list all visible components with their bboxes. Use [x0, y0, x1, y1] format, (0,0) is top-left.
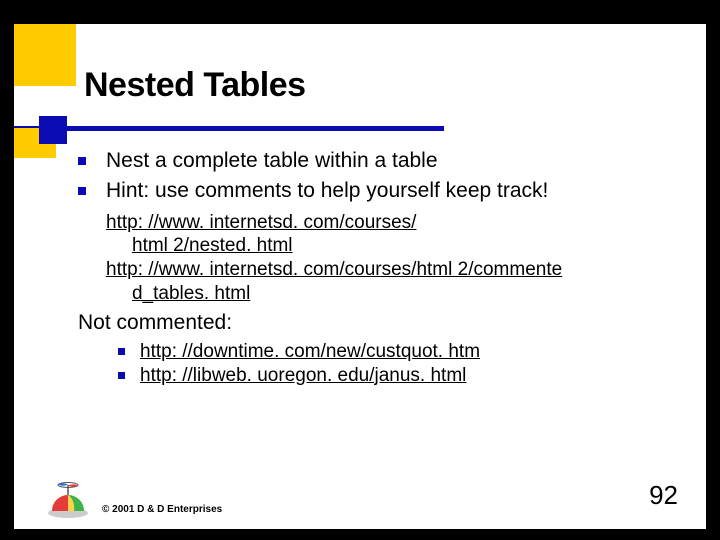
slide-number: 92 — [649, 480, 678, 511]
sub-url-block: http: //downtime. com/new/custquot. htm … — [118, 340, 678, 388]
sub-url-2: http: //libweb. uoregon. edu/janus. html — [140, 365, 466, 386]
bullet-square-icon — [118, 348, 125, 355]
bullet-2: Hint: use comments to help yourself keep… — [78, 178, 678, 204]
slide-title: Nested Tables — [84, 66, 306, 105]
sub-url-1: http: //downtime. com/new/custquot. htm — [140, 341, 480, 362]
beanie-icon — [46, 479, 90, 519]
bullet-1-text: Nest a complete table within a table — [106, 149, 438, 172]
bullet-square-icon — [78, 157, 86, 165]
bullet-1: Nest a complete table within a table — [78, 148, 678, 174]
sub-heading: Not commented: — [78, 310, 678, 336]
url-block: http: //www. internetsd. com/courses/ ht… — [106, 211, 678, 306]
decoration-blue-bar — [14, 126, 444, 131]
url-1-line1: http: //www. internetsd. com/courses/ — [106, 212, 416, 233]
bullet-square-icon — [118, 372, 125, 379]
slide: Nested Tables Nest a complete table with… — [14, 24, 706, 529]
bullet-2-text: Hint: use comments to help yourself keep… — [106, 179, 548, 202]
sub-bullet-1: http: //downtime. com/new/custquot. htm — [118, 340, 678, 364]
sub-bullet-2: http: //libweb. uoregon. edu/janus. html — [118, 364, 678, 388]
decoration-blue-square — [39, 116, 67, 144]
decoration-yellow-large — [14, 24, 76, 86]
copyright-text: © 2001 D & D Enterprises — [102, 504, 222, 515]
bullet-square-icon — [78, 187, 86, 195]
url-2-line1: http: //www. internetsd. com/courses/htm… — [106, 259, 562, 280]
url-1-line2: html 2/nested. html — [106, 234, 678, 258]
slide-body: Nest a complete table within a table Hin… — [78, 148, 678, 387]
url-2-line2: d_tables. html — [106, 282, 678, 306]
